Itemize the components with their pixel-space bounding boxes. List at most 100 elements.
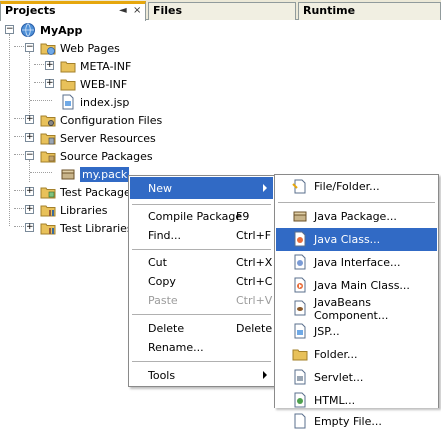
tab-runtime-label: Runtime [303,4,356,17]
menu-separator [132,361,271,362]
tree-line [29,160,30,182]
submenu-item-label: Java Class... [314,233,381,246]
expand-icon[interactable]: + [45,61,54,70]
expand-icon[interactable]: + [45,79,54,88]
menu-item-label: New [148,181,172,195]
menu-item-shortcut: F9 [236,209,250,223]
tree-node-test-libraries[interactable]: Test Libraries [40,219,133,237]
tree-node-configuration-files[interactable]: Configuration Files [40,111,162,129]
expand-icon[interactable]: + [25,187,34,196]
menu-item-shortcut: Ctrl+X [236,255,273,269]
submenu-item-java-interface[interactable]: Java Interface... [276,251,437,274]
test-folder-icon [40,187,56,199]
submenu-item-empty-file[interactable]: Empty File... [276,411,437,431]
config-folder-icon [40,115,56,127]
menu-item-label: Delete [148,321,185,335]
menu-item-label: Compile Package [148,209,243,223]
expand-icon[interactable]: + [25,223,34,232]
node-label: WEB-INF [80,77,128,91]
tree-node-web-pages[interactable]: Web Pages [40,39,120,57]
menu-item-label: Cut [148,255,167,269]
tree-line [14,190,24,191]
package-icon [293,211,307,222]
tab-files-label: Files [153,4,183,17]
library-folder-icon [40,223,56,235]
submenu-item-label: JavaBeans Component... [314,295,389,322]
tab-projects[interactable]: Projects ◄ × [0,1,146,21]
submenu-item-file-folder[interactable]: File/Folder... [276,175,437,198]
new-file-icon [292,179,306,194]
submenu-item-label: HTML... [314,394,356,407]
menu-item-find[interactable]: Find... Ctrl+F [130,224,273,246]
tree-line [14,226,24,227]
library-folder-icon [40,205,56,217]
tree-node-meta-inf[interactable]: META-INF [60,57,131,75]
submenu-item-label: JSP... [314,325,340,338]
menu-item-shortcut: Ctrl+C [236,274,273,288]
menu-item-rename[interactable]: Rename... [130,336,273,358]
tree-line [14,208,24,209]
submenu-item-label: Java Interface... [314,256,401,269]
node-label: my.pack [80,166,130,182]
node-label: Libraries [60,203,108,217]
submenu-item-java-main-class[interactable]: Java Main Class... [276,274,437,297]
menu-item-label: Paste [148,293,178,307]
submenu-arrow-icon [263,371,267,379]
submenu-item-jsp[interactable]: JSP... [276,320,437,343]
menu-item-shortcut: Ctrl+V [236,293,273,307]
tree-node-test-packages[interactable]: Test Package [40,183,131,201]
tree-node-index-jsp[interactable]: index.jsp [60,93,129,111]
menu-item-label: Copy [148,274,176,288]
node-label: MyApp [40,23,83,37]
folder-icon [292,349,308,361]
tree-node-libraries[interactable]: Libraries [40,201,108,219]
submenu-item-label: Folder... [314,348,358,361]
java-main-class-icon [294,277,306,293]
jsp-file-icon [294,323,306,339]
submenu-item-label: Servlet... [314,371,364,384]
empty-file-icon [294,413,306,429]
menu-item-new[interactable]: New [130,177,273,199]
node-label: Web Pages [60,41,120,55]
tab-bar: Projects ◄ × Files Runtime [0,0,441,21]
tree-node-my-pack[interactable]: my.pack [60,165,130,183]
tree-line [14,136,24,137]
new-submenu: File/Folder... Java Package... Java Clas… [274,174,439,429]
menu-item-tools[interactable]: Tools [130,364,273,386]
servlet-icon [294,369,306,385]
minimize-icon[interactable]: ◄ [119,5,127,16]
tree-line [14,118,24,119]
tree-node-server-resources[interactable]: Server Resources [40,129,156,147]
menu-separator [132,314,271,315]
menu-item-label: Rename... [148,340,204,354]
submenu-item-java-package[interactable]: Java Package... [276,205,437,228]
submenu-item-servlet[interactable]: Servlet... [276,366,437,389]
node-label: Test Libraries [60,221,133,235]
expand-icon[interactable]: + [25,115,34,124]
expand-icon[interactable]: + [25,133,34,142]
tree-node-myapp[interactable]: MyApp [20,21,82,39]
tree-line [34,64,44,65]
submenu-item-label: File/Folder... [314,180,380,193]
submenu-item-label: Java Main Class... [314,279,410,292]
node-label: META-INF [80,59,132,73]
menu-item-paste[interactable]: Paste Ctrl+V [130,289,273,311]
collapse-icon[interactable]: − [25,43,34,52]
expand-icon[interactable]: + [25,205,34,214]
submenu-item-javabeans-component[interactable]: JavaBeans Component... [276,295,437,322]
submenu-item-folder[interactable]: Folder... [276,343,437,366]
close-icon[interactable]: × [133,5,141,16]
tab-runtime[interactable]: Runtime [298,2,441,20]
collapse-icon[interactable]: − [25,151,34,160]
java-class-icon [294,231,306,247]
submenu-item-java-class[interactable]: Java Class... [276,228,437,251]
node-label: Configuration Files [60,113,163,127]
tab-files[interactable]: Files [148,2,296,20]
submenu-item-html[interactable]: HTML... [276,389,437,412]
tree-line [14,46,24,47]
tree-node-web-inf[interactable]: WEB-INF [60,75,127,93]
collapse-icon[interactable]: − [5,25,14,34]
globe-icon [21,23,35,37]
folder-icon [60,79,76,91]
tree-node-source-packages[interactable]: Source Packages [40,147,153,165]
